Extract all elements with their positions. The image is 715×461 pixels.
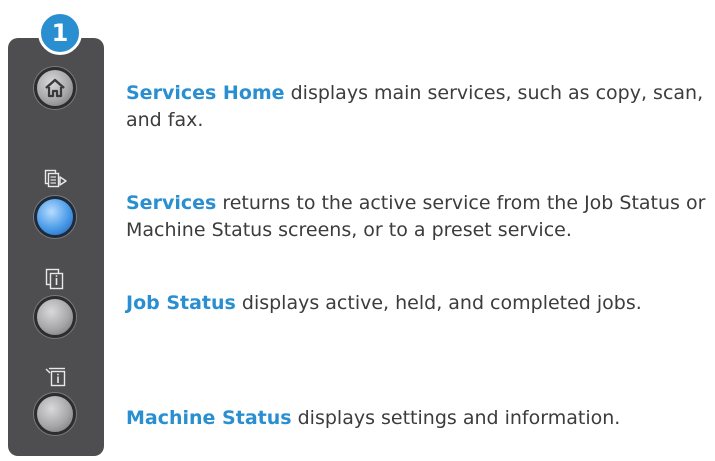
services-description: Services returns to the active service f… [126,190,711,244]
machine-status-icon [45,367,66,387]
services-icon [44,169,67,188]
machine-status-term: Machine Status [126,407,292,429]
services-term: Services [126,192,217,214]
services-button[interactable] [34,196,76,238]
services-home-description: Services Home displays main services, su… [126,80,711,134]
machine-status-button[interactable] [34,393,76,435]
machine-status-description: Machine Status displays settings and inf… [126,405,711,432]
machine-status-text: displays settings and information. [291,407,621,429]
services-home-term: Services Home [126,82,285,104]
callout-number: 1 [51,19,69,47]
callout-badge: 1 [38,11,82,55]
home-icon [45,78,65,98]
job-status-button[interactable] [34,296,76,338]
job-status-icon [45,268,64,290]
job-status-description: Job Status displays active, held, and co… [126,290,711,317]
job-status-term: Job Status [126,292,236,314]
services-home-button[interactable] [34,67,76,109]
job-status-text: displays active, held, and completed job… [235,292,642,314]
